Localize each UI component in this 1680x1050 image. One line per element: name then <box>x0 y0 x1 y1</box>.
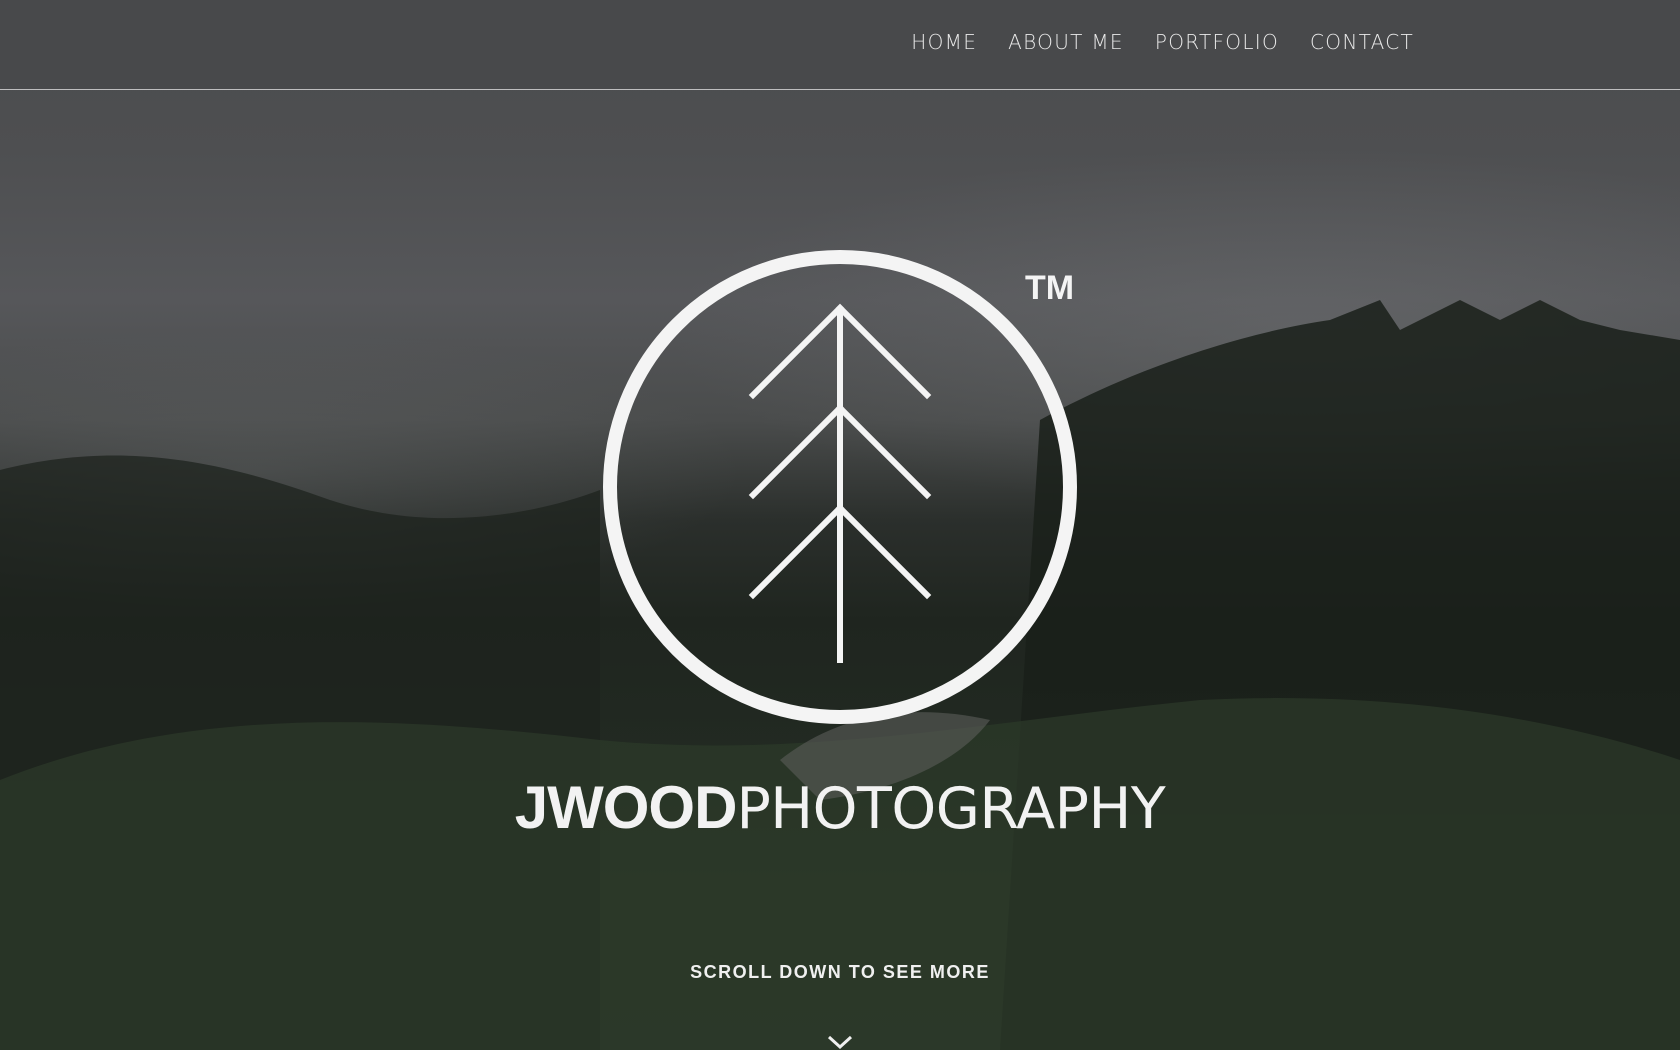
brand-name-light: PHOTOGRAPHY <box>736 776 1166 842</box>
nav-link-contact[interactable]: CONTACT <box>1310 30 1414 54</box>
tree-circle-logo-icon: TM <box>603 250 1077 724</box>
chevron-down-icon[interactable] <box>826 1034 854 1050</box>
top-navbar: HOME ABOUT ME PORTFOLIO CONTACT <box>0 0 1680 90</box>
trademark-symbol: TM <box>1025 269 1074 307</box>
nav-link-portfolio[interactable]: PORTFOLIO <box>1155 30 1279 54</box>
brand-name-bold: JWOOD <box>514 774 738 841</box>
page: HOME ABOUT ME PORTFOLIO CONTACT TM JWOOD… <box>0 0 1680 1050</box>
nav-link-about-me[interactable]: ABOUT ME <box>1008 30 1124 54</box>
main-nav: HOME ABOUT ME PORTFOLIO CONTACT <box>911 30 1414 54</box>
scroll-down-text: SCROLL DOWN TO SEE MORE <box>690 962 990 982</box>
nav-link-home[interactable]: HOME <box>911 30 977 54</box>
logo: TM <box>590 240 1090 740</box>
brand-wordmark: JWOODPHOTOGRAPHY <box>0 778 1680 838</box>
